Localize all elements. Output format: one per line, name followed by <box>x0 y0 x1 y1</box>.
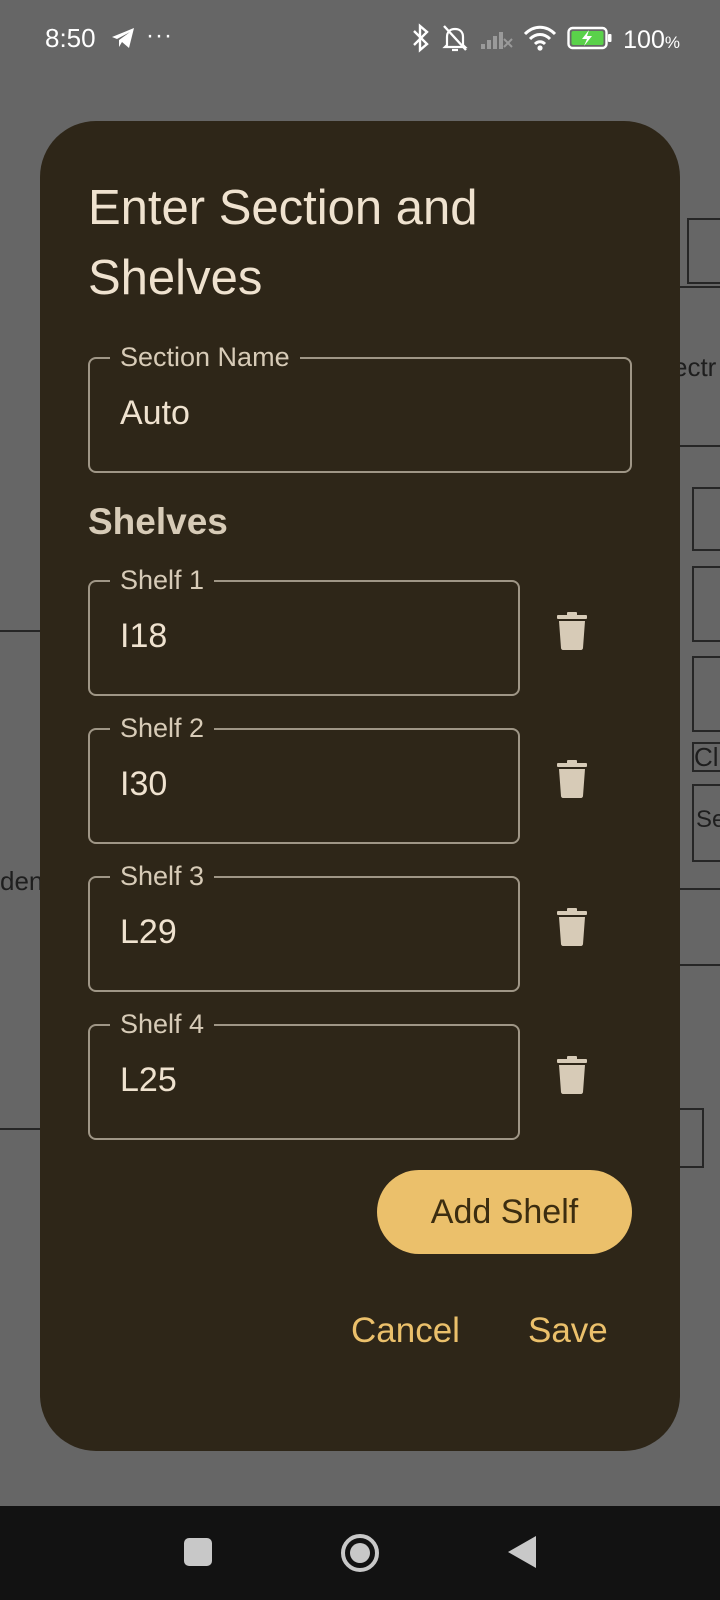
dialog-title: Enter Section and Shelves <box>88 181 478 305</box>
background-divider <box>680 888 720 890</box>
delete-shelf-4-button[interactable] <box>548 1053 596 1101</box>
shelf-3-field[interactable]: Shelf 3 L29 <box>88 861 520 992</box>
add-shelf-button[interactable]: Add Shelf <box>377 1170 632 1254</box>
trash-icon <box>557 759 587 803</box>
status-time: 8:50 <box>45 23 96 53</box>
back-button[interactable] <box>506 1534 538 1575</box>
trash-icon <box>557 1055 587 1099</box>
shelf-label: Shelf 3 <box>110 861 215 891</box>
shelf-4-field[interactable]: Shelf 4 L25 <box>88 1009 520 1140</box>
section-name-field[interactable]: Section Name Auto <box>88 342 632 473</box>
recents-button[interactable] <box>182 1536 214 1573</box>
section-name-label: Section Name <box>110 342 300 372</box>
background-divider <box>680 964 720 966</box>
shelves-heading: Shelves <box>88 501 228 542</box>
background-box <box>687 218 720 284</box>
trash-icon <box>557 907 587 951</box>
background-divider <box>680 286 720 288</box>
shelf-input[interactable]: I30 <box>120 764 167 804</box>
battery-percent-unit: % <box>664 32 680 52</box>
trash-icon <box>557 611 587 655</box>
background-box <box>692 656 720 732</box>
background-divider <box>0 1128 40 1130</box>
cancel-button[interactable]: Cancel <box>351 1311 460 1351</box>
background-text: Cl <box>694 742 719 772</box>
telegram-icon <box>110 26 136 55</box>
background-box <box>692 566 720 642</box>
background-box <box>692 487 720 551</box>
square-icon <box>184 1538 212 1566</box>
navigation-bar <box>0 1506 720 1600</box>
background-text: den <box>0 866 44 896</box>
signal-icon <box>479 25 513 56</box>
shelf-label: Shelf 4 <box>110 1009 215 1039</box>
bluetooth-icon <box>411 22 431 58</box>
background-divider <box>0 630 40 632</box>
section-dialog: Enter Section and Shelves Section Name A… <box>40 121 680 1451</box>
shelf-label: Shelf 1 <box>110 565 215 595</box>
back-triangle-icon <box>508 1536 536 1568</box>
delete-shelf-2-button[interactable] <box>548 757 596 805</box>
status-bar: 8:50 ··· 100% <box>0 0 720 80</box>
shelf-label: Shelf 2 <box>110 713 215 743</box>
shelf-2-field[interactable]: Shelf 2 I30 <box>88 713 520 844</box>
section-name-input[interactable]: Auto <box>120 393 190 433</box>
background-text: Se <box>696 806 720 833</box>
background-divider <box>680 445 720 447</box>
battery-percent: 100% <box>623 26 680 55</box>
home-button[interactable] <box>339 1532 381 1579</box>
wifi-icon <box>523 24 557 57</box>
home-circle-icon <box>341 1534 379 1572</box>
shelf-input[interactable]: I18 <box>120 616 167 656</box>
delete-shelf-3-button[interactable] <box>548 905 596 953</box>
save-button[interactable]: Save <box>528 1311 608 1351</box>
background-box <box>676 1108 704 1168</box>
battery-percent-value: 100 <box>623 25 665 54</box>
delete-shelf-1-button[interactable] <box>548 609 596 657</box>
shelf-input[interactable]: L25 <box>120 1060 177 1100</box>
status-icons: 100% <box>401 20 680 60</box>
more-icon: ··· <box>146 22 173 49</box>
shelf-1-field[interactable]: Shelf 1 I18 <box>88 565 520 696</box>
shelf-input[interactable]: L29 <box>120 912 177 952</box>
mute-icon <box>441 23 469 58</box>
battery-charging-icon <box>567 26 613 55</box>
